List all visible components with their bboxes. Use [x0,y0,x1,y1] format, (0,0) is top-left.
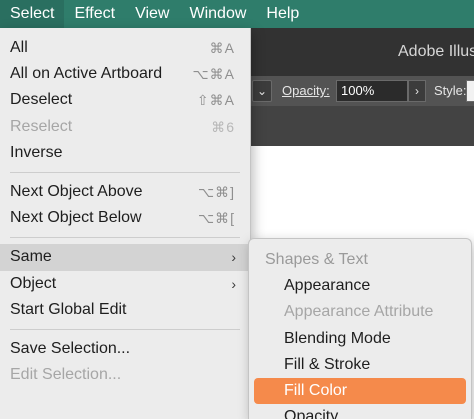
menu-item-label: Start Global Edit [10,300,127,318]
menu-item-label: All on Active Artboard [10,65,163,83]
style-swatch[interactable] [466,80,474,102]
submenu-item-blending-mode[interactable]: Blending Mode [254,326,466,352]
menu-item-next-object-below[interactable]: Next Object Below ⌥⌘[ [0,205,250,231]
menu-item-label: Next Object Above [10,182,143,200]
menu-item-all-on-active-artboard[interactable]: All on Active Artboard ⌥⌘A [0,61,250,87]
menu-item-label: Edit Selection... [10,366,122,384]
menu-item-shortcut: ⌘6 [211,118,235,135]
style-label: Style: [434,83,467,98]
menu-item-reselect: Reselect ⌘6 [0,114,250,140]
submenu-section-header: Shapes & Text [265,251,368,268]
menubar: Select Effect View Window Help [0,0,474,28]
app-title: Adobe Illus [398,43,474,60]
chevron-right-icon: › [231,249,236,266]
menubar-view[interactable]: View [125,0,179,28]
submenu-item-fill-color[interactable]: Fill Color [254,377,466,405]
menu-item-label: Deselect [10,91,73,109]
submenu-item-appearance[interactable]: Appearance [254,273,466,299]
menu-separator [10,237,240,239]
menu-item-label: Object [10,274,57,292]
menu-item-save-selection[interactable]: Save Selection... [0,336,250,362]
chevron-right-icon: › [231,275,236,292]
menu-item-shortcut: ⌥⌘[ [197,210,235,227]
chevron-down-icon[interactable]: ⌄ [252,80,272,102]
opacity-arrow-icon[interactable]: › [408,80,426,102]
menubar-select[interactable]: Select [0,0,65,28]
menu-separator [10,171,240,173]
select-menu: All ⌘A All on Active Artboard ⌥⌘A Desele… [0,28,251,419]
menubar-help[interactable]: Help [256,0,309,28]
menubar-window[interactable]: Window [179,0,256,28]
menu-item-label: Save Selection... [10,339,131,357]
menu-item-same[interactable]: Same › [0,244,250,271]
opacity-label[interactable]: Opacity: [282,83,330,98]
menu-item-label: Same [10,248,52,266]
menu-item-all[interactable]: All ⌘A [0,35,250,61]
menu-item-inverse[interactable]: Inverse [0,140,250,166]
submenu-item-appearance-attribute: Appearance Attribute [284,303,434,321]
menu-item-shortcut: ⌥⌘] [197,183,235,200]
submenu-item-opacity[interactable]: Opacity [254,404,466,419]
menu-item-deselect[interactable]: Deselect ⇧⌘A [0,87,250,113]
submenu-item-fill-and-stroke[interactable]: Fill & Stroke [254,352,466,378]
menu-item-object[interactable]: Object › [0,271,250,297]
menu-item-label: Reselect [10,117,73,135]
menu-item-label: All [10,39,28,56]
same-submenu: Shapes & Text Appearance Appearance Attr… [248,238,472,419]
menu-separator [10,328,240,330]
menu-item-shortcut: ⌥⌘A [192,66,235,83]
menu-item-shortcut: ⌘A [209,40,235,56]
menu-item-label: Next Object Below [10,209,142,227]
menu-item-label: Inverse [10,143,63,161]
menu-item-next-object-above[interactable]: Next Object Above ⌥⌘] [0,179,250,205]
menu-item-edit-selection: Edit Selection... [0,362,250,388]
menu-item-shortcut: ⇧⌘A [196,92,235,109]
menu-item-start-global-edit[interactable]: Start Global Edit [0,297,250,323]
opacity-input[interactable]: 100% [336,80,408,102]
menubar-effect[interactable]: Effect [64,0,125,28]
